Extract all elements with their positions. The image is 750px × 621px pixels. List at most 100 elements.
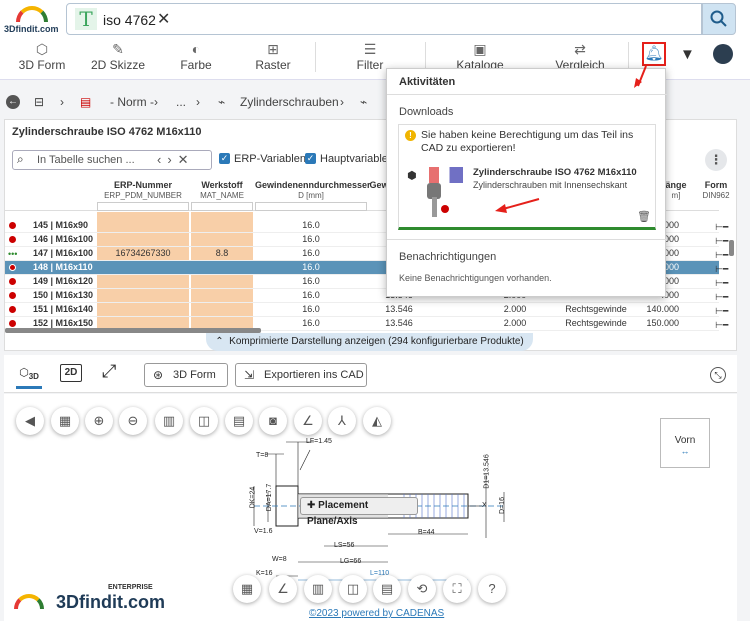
annotation-arrow-card xyxy=(495,198,540,213)
screw-icon: ⌁ xyxy=(218,95,226,109)
haupt-checkbox[interactable]: ✓ xyxy=(305,153,316,164)
table-row[interactable]: 151 | M16x140 16.0 13.546 2.000 Rechtsge… xyxy=(5,303,719,317)
filter-funnel-button[interactable]: ▼ xyxy=(680,46,695,63)
col-header-gewindenenn[interactable]: Gewindenenndurchmesser D [mm] xyxy=(255,180,371,201)
3dform-icon: ⊛ xyxy=(153,368,164,382)
notifications-heading: Benachrichtigungen xyxy=(399,251,497,263)
fit-view-icon[interactable]: ⛶ xyxy=(443,575,471,603)
collapse-viewer-icon[interactable]: ⤡ xyxy=(710,367,726,383)
search-button[interactable] xyxy=(702,3,736,35)
grid-icon: ⊞ xyxy=(267,41,279,57)
cylinder-icon[interactable]: ▥ xyxy=(304,575,332,603)
toolbar-farbe[interactable]: ◐ Farbe xyxy=(156,40,236,72)
search-input[interactable]: T iso 4762 ✕ xyxy=(66,3,702,35)
export-cad-button[interactable]: ⇲ Exportieren ins CAD xyxy=(235,363,367,387)
toolbar-2dskizze[interactable]: ✎ 2D Skizze xyxy=(78,40,158,72)
hatch-icon[interactable]: ▦ xyxy=(51,407,79,435)
table-search-input[interactable]: ⌕ In Tabelle suchen ... ‹›✕ xyxy=(12,150,212,170)
form-icons-column: ⊢━ ⊢━ ⊢━ ⊢━ ⊢━ ⊢━ ⊢━ ⊢━ xyxy=(715,222,729,330)
table-search-nav[interactable]: ‹›✕ xyxy=(157,152,195,168)
tab-3d[interactable]: ⬡3D xyxy=(16,361,42,389)
cylinder-icon[interactable]: ▥ xyxy=(155,407,183,435)
toolbar-label: Farbe xyxy=(180,58,212,72)
search-value: iso 4762 xyxy=(103,12,156,28)
back-icon[interactable]: ◀ xyxy=(16,407,44,435)
sliders-icon: ☰ xyxy=(363,41,377,57)
erp-checkbox-label: ERP-Variablen xyxy=(234,153,306,165)
compressed-view-toggle[interactable]: ⌃ Komprimierte Darstellung anzeigen (294… xyxy=(206,333,533,351)
table-title: Zylinderschraube ISO 4762 M16x110 xyxy=(12,126,202,138)
toolbar-3dform[interactable]: ⬡ 3D Form xyxy=(2,40,82,72)
section-icon[interactable]: ◫ xyxy=(339,575,367,603)
col-header-erp[interactable]: ERP-Nummer ERP_PDM_NUMBER xyxy=(97,180,189,201)
dim-label: D=16 xyxy=(498,497,506,514)
vertical-scrollbar[interactable] xyxy=(729,240,734,256)
table-icon[interactable]: ▤ xyxy=(225,407,253,435)
haupt-checkbox-label: Hauptvariablen xyxy=(320,153,394,165)
popup-title: Aktivitäten xyxy=(399,76,456,88)
header-bar: 3Dfindit.com T iso 4762 ✕ xyxy=(0,0,750,38)
toolbar-label: 3D Form xyxy=(18,58,66,72)
section-icon[interactable]: ◫ xyxy=(190,407,218,435)
cube-icon: ⬡ xyxy=(19,367,29,379)
download-card[interactable]: ! Sie haben keine Berechtigung um das Te… xyxy=(398,124,656,230)
rotate-icon[interactable]: ⟲ xyxy=(408,575,436,603)
dim-label: LG=66 xyxy=(340,558,362,565)
tab-2d[interactable]: 2D xyxy=(60,364,82,382)
breadcrumb-item-zylinderschrauben[interactable]: Zylinderschrauben xyxy=(240,95,339,109)
measure-icon[interactable]: ∠ xyxy=(294,407,322,435)
footer-link[interactable]: ©2023 powered by CADENAS xyxy=(309,608,444,619)
more-options-button[interactable]: ⋮ xyxy=(705,149,727,171)
breadcrumb-item-norm[interactable]: - Norm - xyxy=(110,95,154,109)
view-cube-front[interactable]: Vorn ↔ xyxy=(660,418,710,468)
warning-text: Sie haben keine Berechtigung um das Teil… xyxy=(421,129,634,154)
hatch-icon[interactable]: ▦ xyxy=(233,575,261,603)
plane-icon[interactable]: ◭ xyxy=(363,407,391,435)
trash-icon[interactable]: 🗑︎ xyxy=(637,210,651,223)
annotation-arrow-bell xyxy=(634,65,647,88)
help-icon[interactable]: ? xyxy=(478,575,506,603)
axis-icon[interactable]: ⅄ xyxy=(328,407,356,435)
activities-popup: Aktivitäten Downloads ! Sie haben keine … xyxy=(386,68,667,297)
toolbar-label: Raster xyxy=(255,58,291,72)
dim-label: X xyxy=(482,502,487,509)
cad-viewer[interactable]: ◀ ▦ ⊕ ⊖ ▥ ◫ ▤ ◙ ∠ ⅄ ◭ Vorn ↔ LF=1.45 T=8… xyxy=(4,394,737,621)
erp-checkbox[interactable]: ✓ xyxy=(219,153,230,164)
search-icon: ⌕ xyxy=(17,152,24,166)
clear-search-icon[interactable]: ✕ xyxy=(157,9,170,29)
viewer-tabbar: ⬡3D 2D ⤢ ⊛ 3D Form ⇲ Exportieren ins CAD ⤡ xyxy=(4,355,737,393)
dim-label: DK=24 xyxy=(249,486,257,509)
tab-dimension[interactable]: ⤢ xyxy=(102,361,116,382)
dim-label: DA=17.7 xyxy=(266,483,274,512)
home-icon[interactable]: ⊟ xyxy=(34,95,44,109)
text-search-icon: T xyxy=(75,8,97,30)
screw-icon: ⌁ xyxy=(360,95,368,109)
logo-text: 3Dfindit.com xyxy=(4,24,59,34)
product-subtitle: Zylinderschrauben mit Innensechskant xyxy=(473,180,628,190)
3dfindit-logo[interactable]: 3Dfindit.com xyxy=(4,4,60,36)
bell-icon: 🔔︎ xyxy=(644,45,664,62)
back-arrow-icon[interactable]: ← xyxy=(6,95,20,109)
warning-icon: ! xyxy=(405,130,416,141)
user-avatar[interactable] xyxy=(713,44,733,64)
product-thumbnail: ⬢ xyxy=(407,167,469,219)
catalog-icon: ▣ xyxy=(473,41,487,57)
resize-icon: ⤢ xyxy=(102,361,117,381)
zoom-out-icon[interactable]: ⊖ xyxy=(119,407,147,435)
dim-label: K=16 xyxy=(256,570,273,577)
dim-label: LF=1.45 xyxy=(306,438,332,445)
col-header-form[interactable]: Form DIN962 xyxy=(699,180,733,201)
flag-icon: ▤ xyxy=(80,95,92,109)
pencil-icon: ✎ xyxy=(112,41,124,57)
notifications-bell-button[interactable]: 🔔︎ xyxy=(642,42,666,66)
breadcrumb-item-ellipsis[interactable]: ... xyxy=(176,95,186,109)
table-search-placeholder: In Tabelle suchen ... xyxy=(37,154,135,166)
camera-icon[interactable]: ◙ xyxy=(259,407,287,435)
zoom-in-icon[interactable]: ⊕ xyxy=(85,407,113,435)
table-icon[interactable]: ▤ xyxy=(373,575,401,603)
col-header-werkstoff[interactable]: Werkstoff MAT_NAME xyxy=(191,180,253,201)
3dform-button[interactable]: ⊛ 3D Form xyxy=(144,363,228,387)
measure-icon[interactable]: ∠ xyxy=(269,575,297,603)
toolbar-raster[interactable]: ⊞ Raster xyxy=(233,40,313,72)
funnel-icon: ▼ xyxy=(680,46,695,63)
